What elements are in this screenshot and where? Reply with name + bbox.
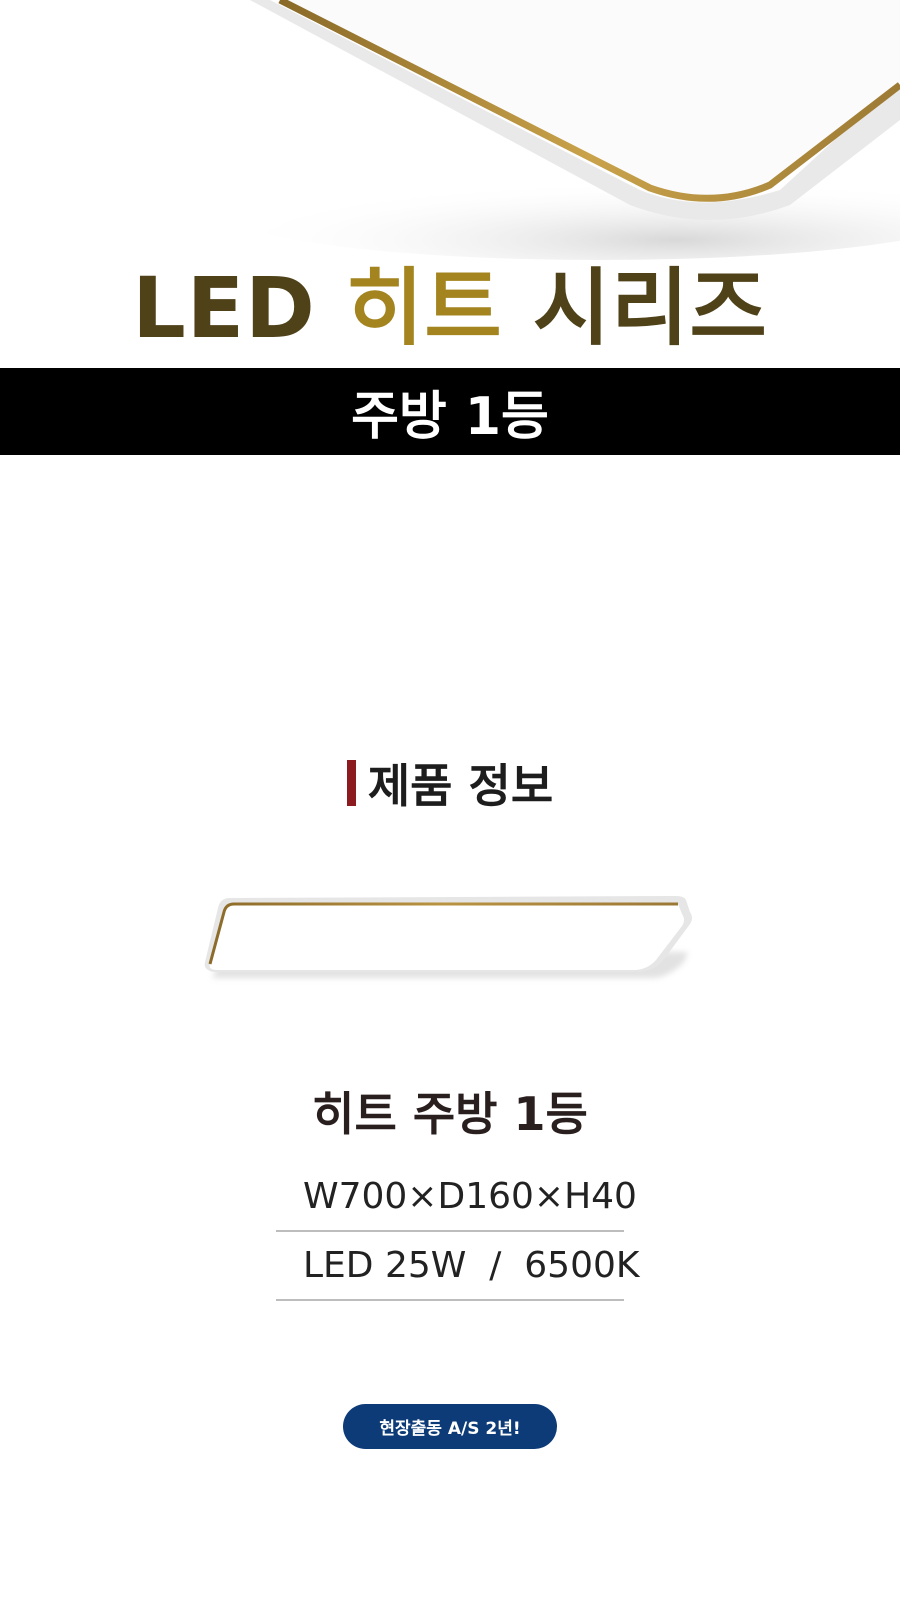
section-heading-bar — [346, 760, 356, 806]
spec-row-size: W700×D160×H40 — [276, 1163, 637, 1232]
category-band-label: 주방 1등 — [351, 387, 549, 447]
spec-power-text: LED 25W / 6500K — [303, 1245, 640, 1286]
product-lamp-image — [204, 896, 692, 978]
series-title-led: LED — [132, 259, 316, 357]
series-title-heat: 히트 — [346, 259, 503, 357]
series-title-series: 시리즈 — [532, 259, 768, 357]
section-heading: 제품 정보 — [0, 750, 900, 816]
category-band: 주방 1등 — [0, 368, 900, 455]
spec-row-power: LED 25W / 6500K — [276, 1232, 640, 1301]
spec-list: W700×D160×H40 LED 25W / 6500K — [276, 1163, 640, 1301]
series-title: LED 히트 시리즈 — [0, 258, 900, 358]
spec-size-text: W700×D160×H40 — [303, 1176, 637, 1217]
product-name: 히트 주방 1등 — [312, 1087, 588, 1141]
after-service-badge: 현장출동 A/S 2년! — [343, 1404, 557, 1449]
section-heading-label: 제품 정보 — [367, 759, 554, 813]
after-service-badge-label: 현장출동 A/S 2년! — [379, 1419, 521, 1439]
hero-ceiling-light-image — [0, 0, 900, 260]
